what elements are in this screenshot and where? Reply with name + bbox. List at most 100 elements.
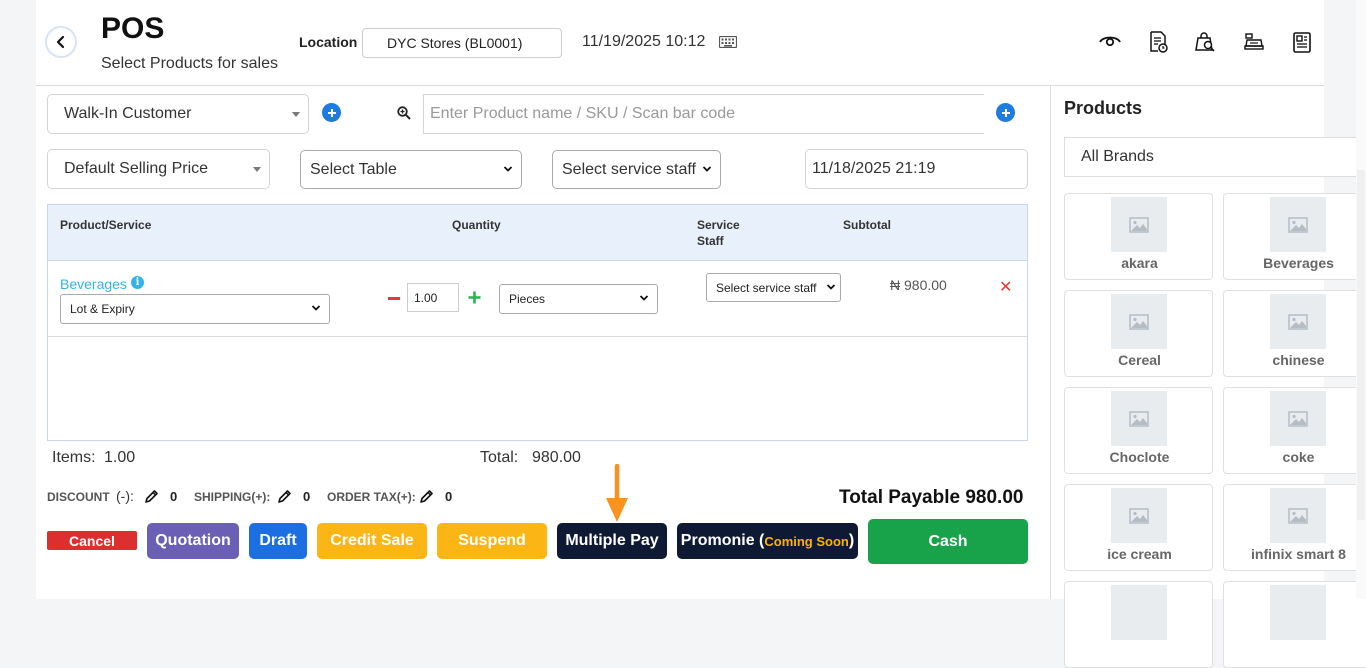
page-scrollbar-thumb[interactable]: [1357, 170, 1365, 520]
row-subtotal: ₦ 980.00: [890, 277, 947, 293]
register-details-icon[interactable]: [1290, 30, 1314, 54]
order-tax-value: 0: [445, 489, 453, 504]
product-search-input[interactable]: Enter Product name / SKU / Scan bar code: [423, 94, 984, 134]
transaction-date-input[interactable]: 11/18/2025 21:19: [805, 149, 1028, 189]
product-card-label: Choclote: [1109, 449, 1170, 465]
back-button[interactable]: [45, 26, 77, 58]
edit-order-tax-icon[interactable]: [419, 489, 434, 504]
product-card-label: ice cream: [1107, 546, 1172, 562]
search-bag-icon[interactable]: [1193, 30, 1217, 54]
keyboard-icon[interactable]: [719, 36, 737, 48]
product-card[interactable]: Choclote: [1064, 387, 1213, 474]
unit-value: Pieces: [509, 292, 546, 306]
page-title: POS: [101, 12, 165, 45]
product-name-link[interactable]: Beverages: [60, 276, 127, 292]
credit-sale-button[interactable]: Credit Sale: [317, 523, 427, 559]
row-service-staff-select[interactable]: Select service staff: [706, 273, 841, 302]
image-placeholder-icon: [1270, 391, 1326, 446]
recent-transactions-icon[interactable]: [1146, 30, 1170, 54]
coming-soon-label: Coming Soon: [764, 533, 849, 549]
brand-select[interactable]: All Brands: [1064, 137, 1364, 177]
lot-expiry-select[interactable]: Lot & Expiry: [60, 294, 330, 324]
product-card-label: infinix smart 8: [1251, 546, 1346, 562]
customer-select[interactable]: Walk-In Customer: [47, 94, 309, 134]
product-card[interactable]: Beverages: [1223, 193, 1366, 280]
header-service-staff: Service Staff: [697, 217, 740, 249]
product-card[interactable]: [1064, 581, 1213, 668]
image-placeholder-icon: [1270, 294, 1326, 349]
unit-select[interactable]: Pieces: [499, 284, 658, 314]
increase-quantity-button[interactable]: [468, 291, 481, 304]
info-icon[interactable]: i: [131, 276, 144, 289]
header-subtotal: Subtotal: [843, 218, 891, 232]
items-label: Items:: [52, 449, 96, 466]
chevron-down-icon: [702, 165, 712, 172]
chevron-down-icon: [639, 295, 649, 301]
total-value: 980.00: [532, 449, 581, 466]
caret-down-icon: [292, 112, 300, 117]
image-placeholder-icon: [1270, 488, 1326, 543]
page-subtitle: Select Products for sales: [101, 55, 278, 72]
plus-icon: [327, 108, 336, 117]
customer-select-value: Walk-In Customer: [64, 105, 192, 122]
products-panel: Products All Brands akara Beverages Cere…: [1050, 86, 1366, 668]
promonie-button[interactable]: Promonie (Coming Soon): [677, 523, 858, 559]
discount-sign: (-):: [116, 488, 134, 504]
caret-down-icon: [253, 167, 261, 172]
lot-expiry-value: Lot & Expiry: [70, 302, 135, 316]
multiple-pay-button[interactable]: Multiple Pay: [557, 523, 667, 559]
eye-icon[interactable]: [1098, 30, 1122, 54]
table-select[interactable]: Select Table: [300, 150, 522, 189]
location-label: Location: [299, 34, 358, 50]
remove-row-icon[interactable]: ✕: [999, 277, 1012, 297]
header-quantity: Quantity: [452, 218, 501, 232]
table-row: Beverages i Lot & Expiry 1.00 Pieces Sel…: [48, 261, 1027, 337]
product-card[interactable]: Cereal: [1064, 290, 1213, 377]
image-placeholder-icon: [1270, 585, 1326, 640]
cancel-button[interactable]: Cancel: [47, 531, 137, 550]
product-card[interactable]: akara: [1064, 193, 1213, 280]
discount-value: 0: [170, 489, 178, 504]
suspend-button[interactable]: Suspend: [437, 523, 547, 559]
cash-register-icon[interactable]: [1242, 30, 1266, 54]
quantity-value: 1.00: [414, 290, 438, 305]
chevron-left-icon: [56, 35, 65, 49]
items-value: 1.00: [104, 449, 136, 466]
products-title: Products: [1064, 98, 1143, 118]
product-card-label: chinese: [1272, 352, 1325, 368]
image-placeholder-icon: [1111, 197, 1167, 252]
edit-shipping-icon[interactable]: [277, 489, 292, 504]
transaction-date-value: 11/18/2025 21:19: [812, 160, 936, 177]
quotation-button[interactable]: Quotation: [147, 523, 239, 559]
product-card[interactable]: ice cream: [1064, 484, 1213, 571]
service-staff-select[interactable]: Select service staff: [552, 150, 721, 189]
shipping-value: 0: [303, 489, 311, 504]
product-card-label: Beverages: [1263, 255, 1334, 271]
quantity-input[interactable]: 1.00: [407, 283, 459, 312]
add-customer-button[interactable]: [322, 103, 341, 122]
chevron-down-icon: [311, 305, 321, 311]
image-placeholder-icon: [1111, 585, 1167, 640]
image-placeholder-icon: [1111, 391, 1167, 446]
location-field[interactable]: DYC Stores (BL0001): [362, 28, 562, 58]
product-card[interactable]: coke: [1223, 387, 1366, 474]
header: POS Select Products for sales Location D…: [36, 0, 1324, 86]
arrow-down-icon: [606, 464, 628, 522]
image-placeholder-icon: [1111, 294, 1167, 349]
cash-button[interactable]: Cash: [868, 519, 1028, 564]
product-card[interactable]: [1223, 581, 1366, 668]
product-card[interactable]: chinese: [1223, 290, 1366, 377]
table-select-value: Select Table: [310, 160, 397, 178]
price-group-select[interactable]: Default Selling Price: [47, 149, 270, 189]
product-card[interactable]: infinix smart 8: [1223, 484, 1366, 571]
product-card-label: Cereal: [1118, 352, 1161, 368]
product-card-label: akara: [1121, 255, 1158, 271]
edit-discount-icon[interactable]: [144, 489, 159, 504]
current-datetime: 11/19/2025 10:12: [582, 33, 706, 50]
add-product-button[interactable]: [996, 103, 1015, 122]
header-service-staff-line1: Service: [697, 218, 740, 232]
plus-icon: [1001, 108, 1010, 117]
draft-button[interactable]: Draft: [249, 523, 307, 559]
decrease-quantity-button[interactable]: [388, 297, 400, 300]
promonie-close: ): [848, 532, 855, 549]
